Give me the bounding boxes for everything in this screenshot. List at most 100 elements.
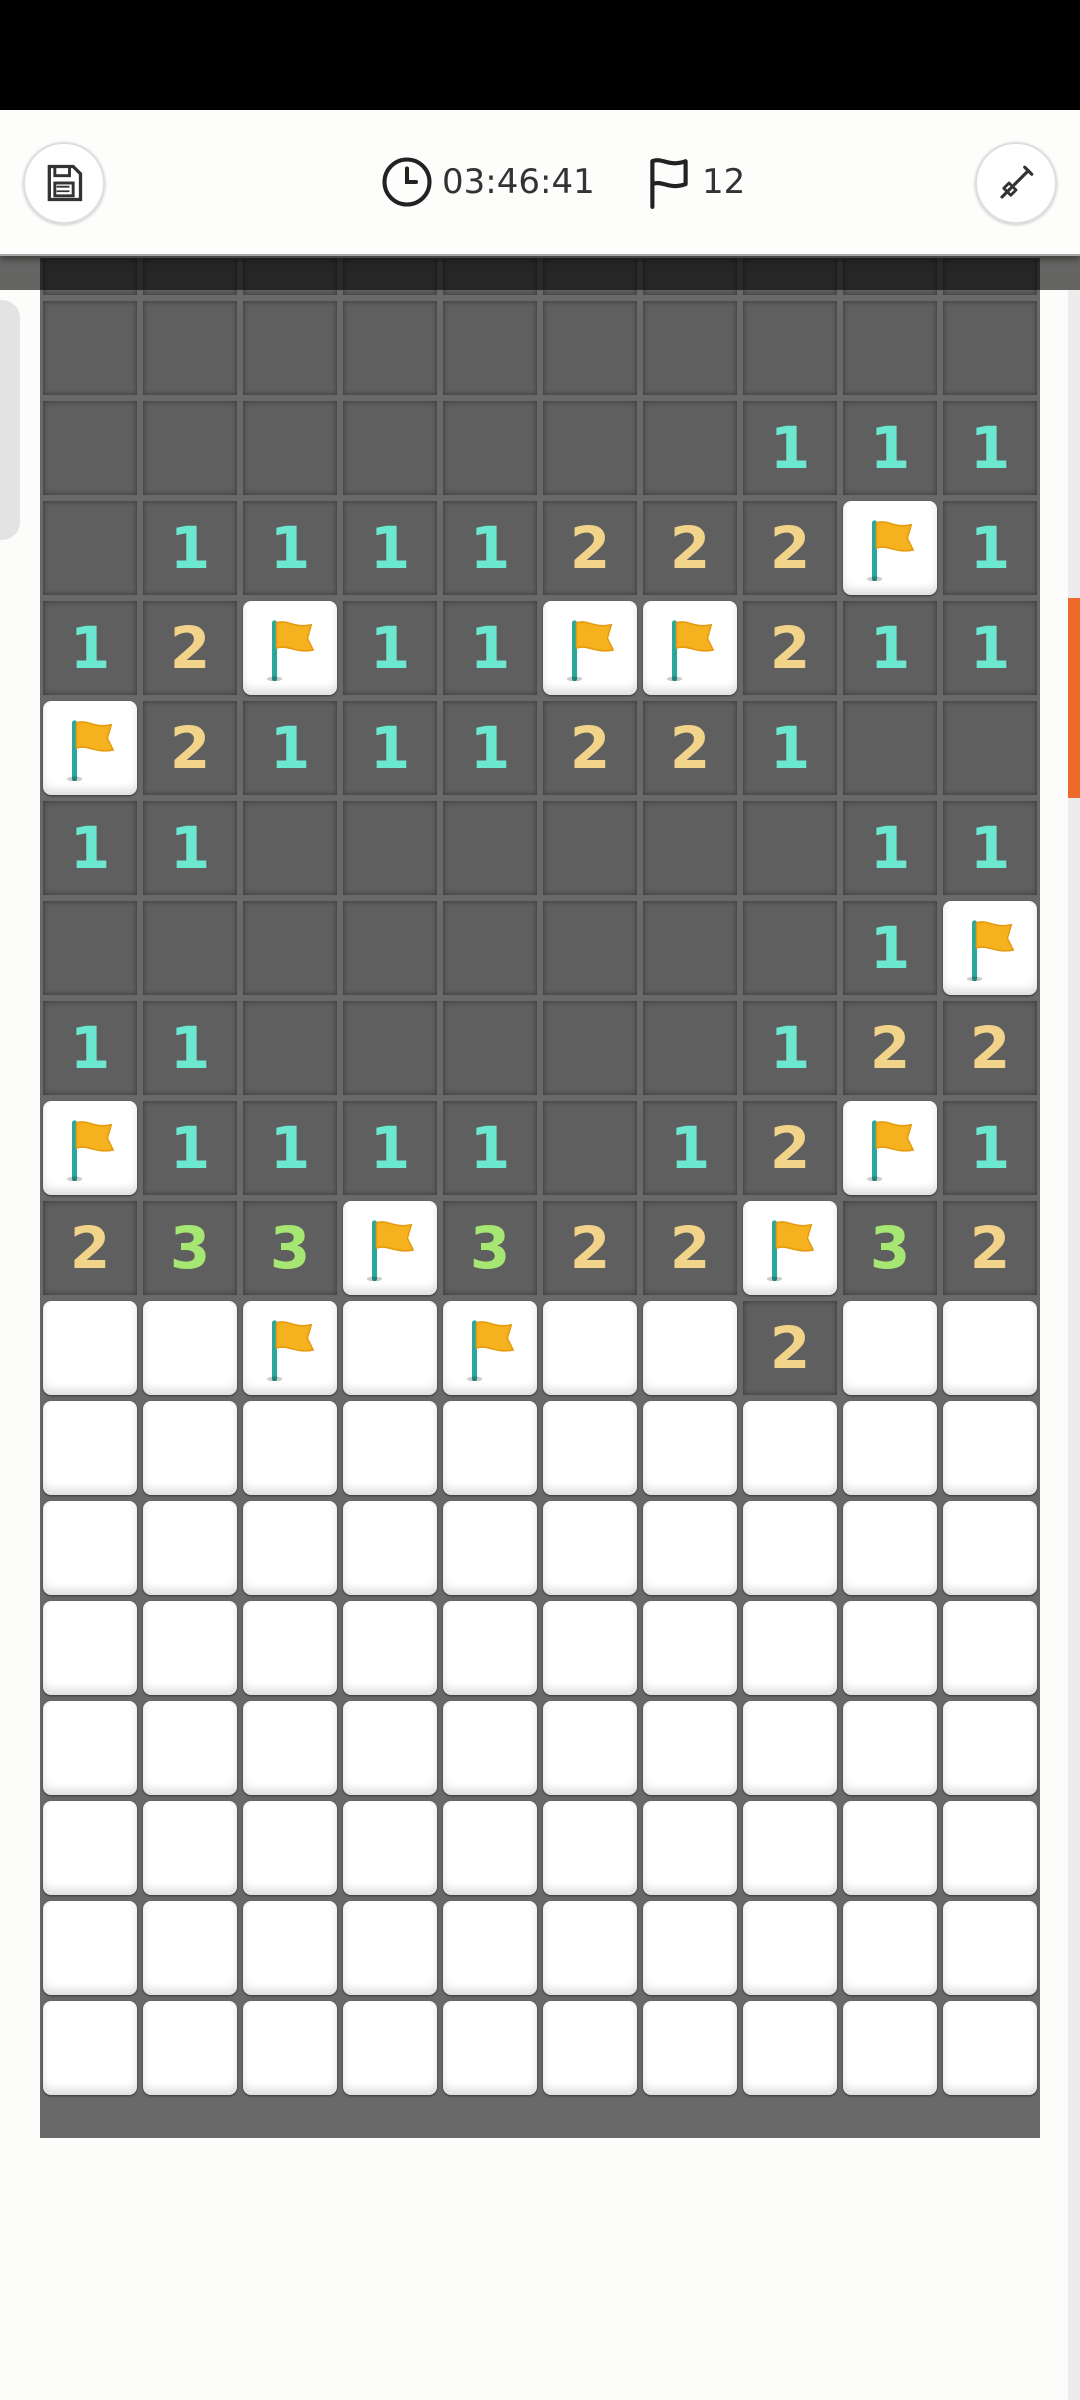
covered-cell[interactable]	[643, 1901, 737, 1995]
covered-cell[interactable]	[243, 1801, 337, 1895]
revealed-empty-cell	[543, 1101, 637, 1195]
covered-cell[interactable]	[143, 1601, 237, 1695]
covered-cell[interactable]	[343, 1301, 437, 1395]
scroll-thumb[interactable]	[1068, 598, 1080, 798]
covered-cell[interactable]	[443, 1701, 537, 1795]
covered-cell[interactable]	[543, 1401, 637, 1495]
covered-cell[interactable]	[843, 1701, 937, 1795]
covered-cell[interactable]	[943, 1401, 1037, 1495]
revealed-number-cell: 2	[643, 701, 737, 795]
flagged-cell[interactable]	[843, 1101, 937, 1195]
side-drawer-handle[interactable]	[0, 300, 20, 540]
covered-cell[interactable]	[43, 1501, 137, 1595]
covered-cell[interactable]	[743, 2001, 837, 2095]
covered-cell[interactable]	[143, 1501, 237, 1595]
covered-cell[interactable]	[843, 1801, 937, 1895]
covered-cell[interactable]	[543, 1701, 637, 1795]
covered-cell[interactable]	[443, 1901, 537, 1995]
flag-icon	[466, 1320, 515, 1381]
covered-cell[interactable]	[43, 1401, 137, 1495]
covered-cell[interactable]	[143, 2001, 237, 2095]
covered-cell[interactable]	[43, 1601, 137, 1695]
covered-cell[interactable]	[43, 1801, 137, 1895]
covered-cell[interactable]	[843, 2001, 937, 2095]
flagged-cell[interactable]	[243, 601, 337, 695]
covered-cell[interactable]	[743, 1701, 837, 1795]
covered-cell[interactable]	[243, 2001, 337, 2095]
covered-cell[interactable]	[43, 1901, 137, 1995]
covered-cell[interactable]	[143, 1901, 237, 1995]
covered-cell[interactable]	[243, 1501, 337, 1595]
dig-tool-button[interactable]	[975, 142, 1057, 224]
flagged-cell[interactable]	[43, 701, 137, 795]
flagged-cell[interactable]	[243, 1301, 337, 1395]
save-button[interactable]	[23, 142, 105, 224]
covered-cell[interactable]	[543, 1501, 637, 1595]
covered-cell[interactable]	[243, 1701, 337, 1795]
covered-cell[interactable]	[843, 1401, 937, 1495]
covered-cell[interactable]	[643, 1301, 737, 1395]
covered-cell[interactable]	[843, 1901, 937, 1995]
revealed-empty-cell	[43, 501, 137, 595]
covered-cell[interactable]	[143, 1701, 237, 1795]
revealed-number-cell: 3	[443, 1201, 537, 1295]
covered-cell[interactable]	[43, 2001, 137, 2095]
covered-cell[interactable]	[743, 1601, 837, 1695]
covered-cell[interactable]	[843, 1301, 937, 1395]
covered-cell[interactable]	[343, 1401, 437, 1495]
covered-cell[interactable]	[943, 1901, 1037, 1995]
covered-cell[interactable]	[343, 1601, 437, 1695]
flagged-cell[interactable]	[43, 1101, 137, 1195]
covered-cell[interactable]	[643, 2001, 737, 2095]
covered-cell[interactable]	[943, 1801, 1037, 1895]
covered-cell[interactable]	[643, 1701, 737, 1795]
covered-cell[interactable]	[443, 1501, 537, 1595]
covered-cell[interactable]	[143, 1801, 237, 1895]
covered-cell[interactable]	[943, 1301, 1037, 1395]
covered-cell[interactable]	[743, 1501, 837, 1595]
covered-cell[interactable]	[343, 1701, 437, 1795]
revealed-empty-cell	[443, 301, 537, 395]
flagged-cell[interactable]	[343, 1201, 437, 1295]
covered-cell[interactable]	[543, 1301, 637, 1395]
covered-cell[interactable]	[643, 1801, 737, 1895]
covered-cell[interactable]	[843, 1601, 937, 1695]
flagged-cell[interactable]	[843, 501, 937, 595]
covered-cell[interactable]	[543, 2001, 637, 2095]
covered-cell[interactable]	[743, 1401, 837, 1495]
flagged-cell[interactable]	[543, 601, 637, 695]
covered-cell[interactable]	[143, 1301, 237, 1395]
covered-cell[interactable]	[243, 1901, 337, 1995]
covered-cell[interactable]	[943, 1601, 1037, 1695]
flagged-cell[interactable]	[643, 601, 737, 695]
covered-cell[interactable]	[343, 1501, 437, 1595]
covered-cell[interactable]	[943, 2001, 1037, 2095]
covered-cell[interactable]	[543, 1901, 637, 1995]
revealed-number-cell: 1	[743, 1001, 837, 1095]
covered-cell[interactable]	[243, 1601, 337, 1695]
covered-cell[interactable]	[943, 1501, 1037, 1595]
flagged-cell[interactable]	[943, 901, 1037, 995]
flagged-cell[interactable]	[743, 1201, 837, 1295]
covered-cell[interactable]	[443, 1801, 537, 1895]
covered-cell[interactable]	[643, 1501, 737, 1595]
flagged-cell[interactable]	[443, 1301, 537, 1395]
covered-cell[interactable]	[543, 1801, 637, 1895]
covered-cell[interactable]	[743, 1801, 837, 1895]
covered-cell[interactable]	[443, 2001, 537, 2095]
covered-cell[interactable]	[943, 1701, 1037, 1795]
covered-cell[interactable]	[643, 1401, 737, 1495]
covered-cell[interactable]	[443, 1601, 537, 1695]
covered-cell[interactable]	[543, 1601, 637, 1695]
covered-cell[interactable]	[743, 1901, 837, 1995]
covered-cell[interactable]	[343, 1901, 437, 1995]
covered-cell[interactable]	[343, 1801, 437, 1895]
covered-cell[interactable]	[443, 1401, 537, 1495]
covered-cell[interactable]	[643, 1601, 737, 1695]
covered-cell[interactable]	[843, 1501, 937, 1595]
covered-cell[interactable]	[343, 2001, 437, 2095]
covered-cell[interactable]	[43, 1701, 137, 1795]
covered-cell[interactable]	[243, 1401, 337, 1495]
covered-cell[interactable]	[43, 1301, 137, 1395]
covered-cell[interactable]	[143, 1401, 237, 1495]
